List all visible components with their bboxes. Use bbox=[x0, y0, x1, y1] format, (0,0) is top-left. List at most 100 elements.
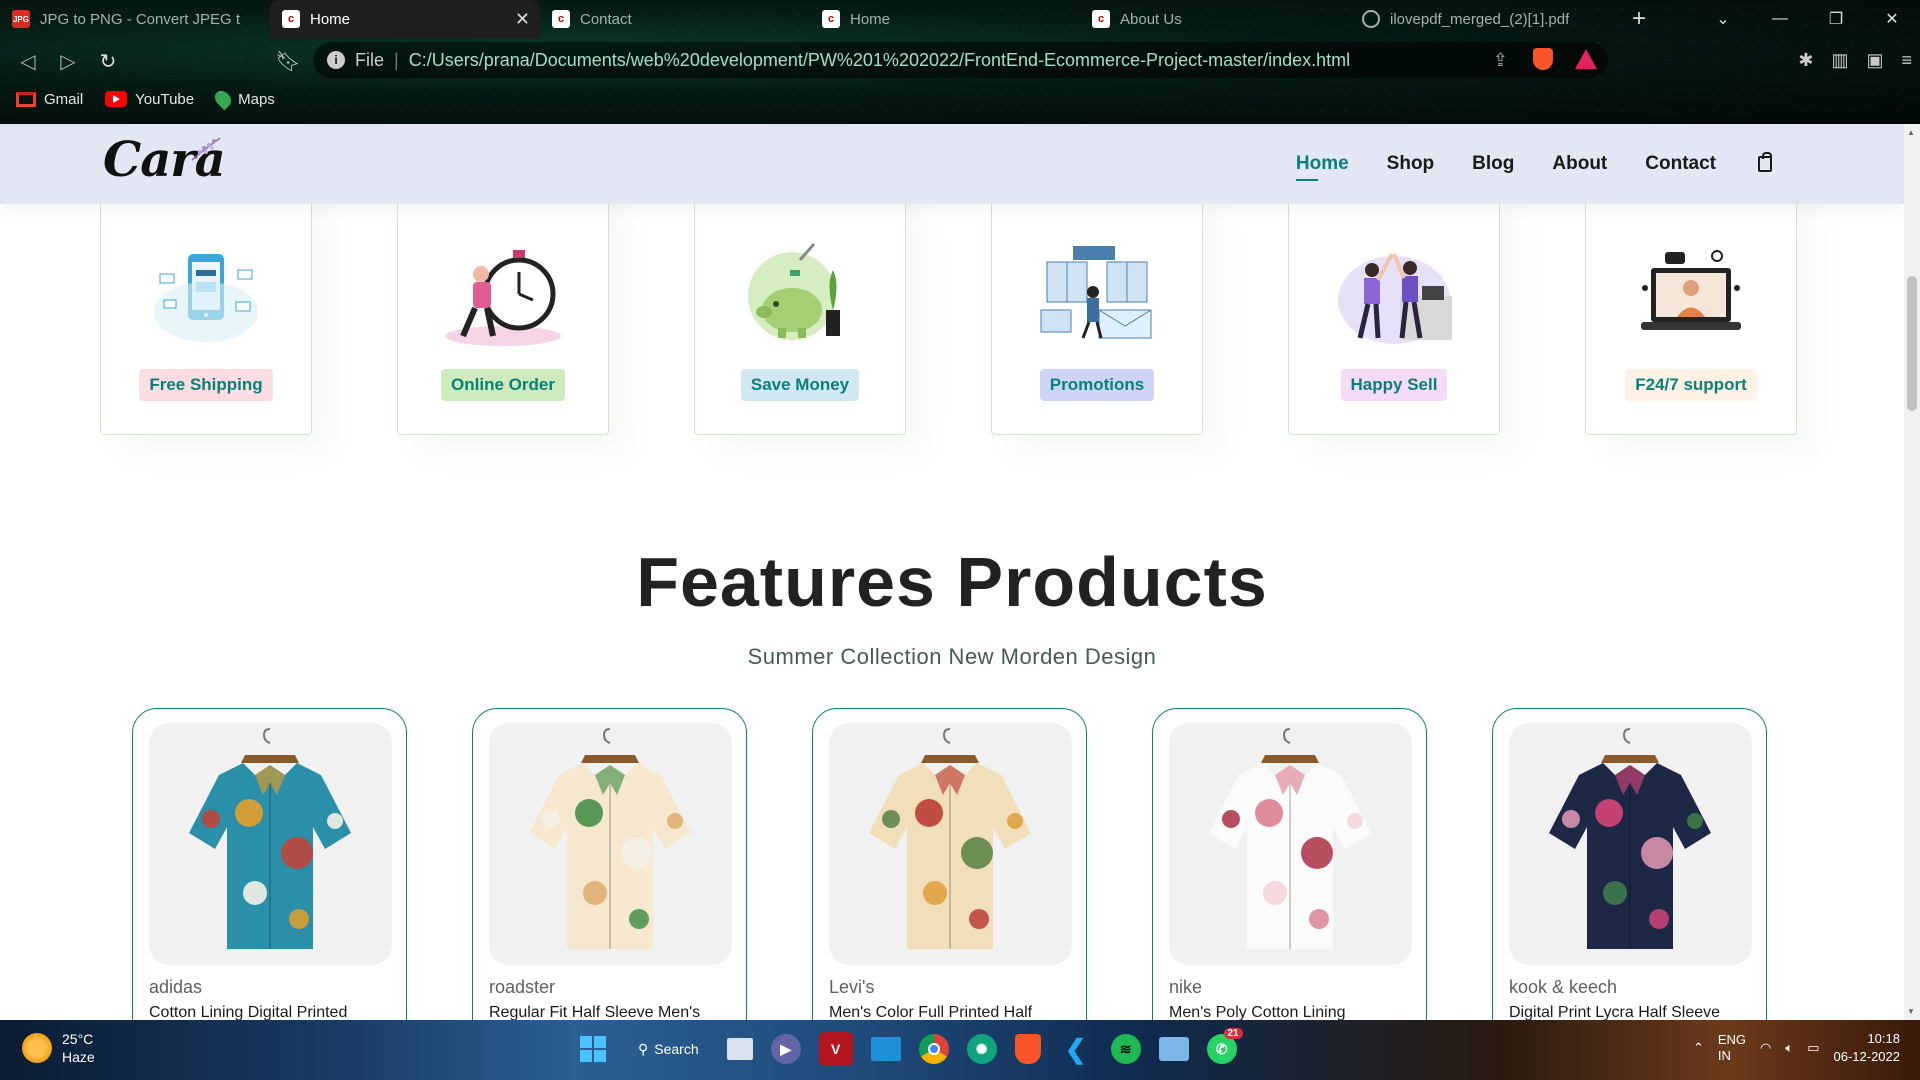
product-name[interactable]: Regular Fit Half Sleeve Men's bbox=[489, 1004, 700, 1020]
brave-rewards-icon[interactable] bbox=[1575, 49, 1597, 69]
spotify-icon[interactable]: ≋ bbox=[1110, 1034, 1141, 1064]
product-brand: nike bbox=[1169, 977, 1203, 997]
os-taskbar: 25°C Haze ⚲ Search ▶ V ✺ ❮ ≋ ✆ 21 ⌃ ENG … bbox=[0, 1020, 1920, 1080]
brave-shields-icon[interactable] bbox=[1533, 48, 1553, 70]
nav-contact[interactable]: Contact bbox=[1645, 153, 1716, 175]
product-image[interactable] bbox=[1509, 723, 1752, 965]
cara-favicon-icon: c bbox=[552, 10, 570, 28]
gmail-icon bbox=[16, 91, 36, 107]
browser-tab[interactable]: ilovepdf_merged_(2)[1].pdf bbox=[1350, 0, 1620, 38]
address-url[interactable]: C:/Users/prana/Documents/web%20developme… bbox=[409, 50, 1350, 71]
whatsapp-icon[interactable]: ✆ 21 bbox=[1206, 1028, 1243, 1064]
product-card[interactable]: nike Men's Poly Cotton Lining bbox=[1152, 708, 1427, 1020]
product-name[interactable]: Cotton Lining Digital Printed bbox=[149, 1004, 347, 1020]
product-brand: roadster bbox=[489, 977, 556, 997]
bookmark-youtube[interactable]: YouTube bbox=[105, 91, 194, 108]
browser-tab[interactable]: JPG JPG to PNG - Convert JPEG to P bbox=[0, 0, 270, 38]
page-scrollbar[interactable]: ▲ ▼ bbox=[1904, 124, 1920, 1020]
minimize-button[interactable]: — bbox=[1752, 0, 1808, 38]
task-view-icon[interactable] bbox=[726, 1038, 753, 1060]
bookmark-label: Gmail bbox=[44, 90, 84, 108]
bookmark-maps[interactable]: Maps bbox=[211, 87, 275, 111]
monitor-app-icon[interactable] bbox=[870, 1037, 901, 1061]
wallet-icon[interactable]: ▣ bbox=[1866, 50, 1883, 71]
main-nav: Home Shop Blog About Contact bbox=[1295, 124, 1772, 204]
browser-tab[interactable]: c Home ✕ bbox=[270, 0, 540, 38]
menu-icon[interactable]: ≡ bbox=[1901, 50, 1912, 71]
search-icon: ⚲ bbox=[638, 1040, 649, 1057]
feature-box: Free Shipping bbox=[100, 184, 312, 435]
shirt-illustration bbox=[189, 728, 351, 949]
clock-date: 06-12-2022 bbox=[1833, 1049, 1901, 1064]
search-label: Search bbox=[654, 1041, 699, 1057]
features-section: Free Shipping Online Order Save Money Promo… bbox=[100, 184, 1800, 435]
scroll-down-arrow-icon[interactable]: ▼ bbox=[1907, 1007, 1915, 1016]
shopping-bag-icon[interactable] bbox=[1758, 152, 1772, 172]
product-card[interactable]: roadster Regular Fit Half Sleeve Men's bbox=[472, 708, 747, 1020]
product-image[interactable] bbox=[489, 723, 732, 965]
close-tab-icon[interactable]: ✕ bbox=[515, 9, 530, 30]
chrome-icon[interactable] bbox=[918, 1034, 949, 1064]
browser-tab[interactable]: c Contact bbox=[540, 0, 810, 38]
taskbar-search[interactable]: ⚲ Search bbox=[628, 1032, 709, 1066]
chatgpt-icon[interactable]: ✺ bbox=[966, 1034, 997, 1064]
bookmarks-bar: Gmail YouTube Maps bbox=[16, 86, 275, 112]
sidebar-icon[interactable]: ▥ bbox=[1831, 50, 1848, 71]
forward-button[interactable]: ▷ bbox=[48, 41, 88, 81]
product-image[interactable] bbox=[149, 723, 392, 965]
teams-chat-icon[interactable]: ▶ bbox=[770, 1034, 801, 1064]
vivaldi-icon[interactable]: V bbox=[818, 1032, 853, 1066]
product-name[interactable]: Men's Color Full Printed Half bbox=[829, 1004, 1032, 1020]
weather-widget[interactable]: 25°C Haze bbox=[22, 1030, 95, 1066]
product-name[interactable]: Digital Print Lycra Half Sleeve bbox=[1509, 1004, 1720, 1020]
product-card[interactable]: Levi's Men's Color Full Printed Half bbox=[812, 708, 1087, 1020]
browser-tab[interactable]: c About Us bbox=[1080, 0, 1350, 38]
bookmark-icon[interactable]: 🔖︎ bbox=[268, 41, 308, 81]
bookmark-gmail[interactable]: Gmail bbox=[16, 91, 83, 108]
reload-button[interactable]: ↻ bbox=[88, 41, 128, 81]
restore-button[interactable]: ❐ bbox=[1808, 0, 1864, 38]
tab-title: ilovepdf_merged_(2)[1].pdf bbox=[1390, 10, 1570, 28]
browser-tab[interactable]: c Home bbox=[810, 0, 1080, 38]
back-button[interactable]: ◁ bbox=[8, 41, 48, 81]
promotions-illustration bbox=[1040, 246, 1152, 339]
close-window-button[interactable]: ✕ bbox=[1864, 0, 1920, 38]
photos-icon[interactable] bbox=[1158, 1037, 1189, 1061]
section-subtitle: Summer Collection New Morden Design bbox=[747, 644, 1157, 669]
language-indicator[interactable]: ENG IN bbox=[1718, 1032, 1746, 1064]
product-card[interactable]: adidas Cotton Lining Digital Printed bbox=[132, 708, 407, 1020]
product-card[interactable]: kook & keech Digital Print Lycra Half Sle… bbox=[1492, 708, 1767, 1020]
tab-title: About Us bbox=[1120, 10, 1182, 28]
info-icon[interactable]: i bbox=[327, 51, 345, 69]
nav-blog[interactable]: Blog bbox=[1472, 153, 1514, 175]
tab-search-chevron-icon[interactable]: ⌄ bbox=[1708, 0, 1738, 38]
scrollbar-thumb[interactable] bbox=[1907, 276, 1917, 411]
product-image[interactable] bbox=[829, 723, 1072, 965]
scroll-up-arrow-icon[interactable]: ▲ bbox=[1907, 128, 1915, 137]
tray-chevron-icon[interactable]: ⌃ bbox=[1693, 1040, 1704, 1056]
address-bar[interactable]: i File | C:/Users/prana/Documents/web%20… bbox=[313, 42, 1608, 78]
site-header: Cara Home Shop Blog About Contact bbox=[0, 124, 1904, 204]
cara-favicon-icon: c bbox=[822, 10, 840, 28]
haze-weather-icon bbox=[22, 1033, 52, 1063]
maps-icon bbox=[211, 87, 235, 111]
new-tab-button[interactable]: + bbox=[1620, 0, 1658, 38]
extensions-icon[interactable]: ✱ bbox=[1798, 50, 1813, 71]
product-name[interactable]: Men's Poly Cotton Lining bbox=[1169, 1004, 1345, 1020]
nav-home[interactable]: Home bbox=[1295, 153, 1349, 181]
windows-start-icon[interactable] bbox=[576, 1032, 610, 1066]
nav-about[interactable]: About bbox=[1552, 153, 1607, 175]
address-scheme: File bbox=[355, 49, 385, 70]
clock[interactable]: 10:18 06-12-2022 bbox=[1834, 1030, 1901, 1066]
product-image[interactable] bbox=[1169, 723, 1412, 965]
nav-shop[interactable]: Shop bbox=[1387, 153, 1435, 175]
wifi-icon[interactable]: ◠ bbox=[1760, 1040, 1771, 1056]
volume-icon[interactable]: 🔈︎ bbox=[1785, 1040, 1793, 1056]
vscode-icon[interactable]: ❮ bbox=[1059, 1032, 1093, 1066]
tab-title: Home bbox=[850, 10, 891, 28]
battery-icon[interactable]: ▭ bbox=[1807, 1040, 1819, 1056]
share-icon[interactable]: ⇪ bbox=[1493, 50, 1508, 71]
brave-taskbar-icon[interactable] bbox=[1014, 1034, 1041, 1064]
jpg-png-favicon-icon: JPG bbox=[12, 10, 30, 28]
feature-label: Happy Sell bbox=[1340, 369, 1448, 401]
